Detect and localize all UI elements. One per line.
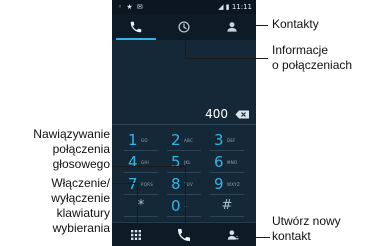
callout-contacts: Kontakty bbox=[272, 17, 319, 32]
key-underline bbox=[124, 216, 158, 217]
status-bar: ◦ ★ ✉ ◢ ▮ 11:11 bbox=[112, 0, 256, 14]
leader-voice-call bbox=[113, 166, 185, 167]
phone-icon bbox=[130, 21, 142, 33]
key-digit: 8 bbox=[171, 175, 181, 193]
key-4[interactable]: 4 GHI bbox=[120, 152, 162, 173]
callout-text: kontakt bbox=[272, 229, 311, 243]
key-7[interactable]: 7 PQRS bbox=[120, 174, 162, 195]
dialer-tabs bbox=[112, 14, 256, 40]
key-letters: PQRS bbox=[141, 182, 154, 187]
leader-new-contact bbox=[236, 237, 270, 238]
callout-text: wyłączenie bbox=[51, 191, 110, 205]
key-letters: JKL bbox=[184, 160, 191, 165]
person-icon bbox=[227, 22, 237, 32]
clock-icon bbox=[178, 21, 190, 33]
key-digit: 1 bbox=[128, 131, 138, 149]
key-underline bbox=[167, 194, 201, 195]
callout-voice-call: Nawiązywanie połączenia głosowego bbox=[33, 127, 110, 172]
status-clock: 11:11 bbox=[231, 3, 252, 11]
key-underline bbox=[167, 172, 201, 173]
key-letters: MNO bbox=[227, 160, 238, 165]
callout-text: Kontakty bbox=[272, 17, 319, 31]
key-digit: 9 bbox=[214, 175, 224, 193]
status-notification-icons: ◦ ★ ✉ bbox=[118, 3, 144, 11]
key-3[interactable]: 3 DEF bbox=[206, 130, 248, 151]
key-digit: 5 bbox=[171, 153, 181, 171]
key-underline bbox=[124, 194, 158, 195]
call-icon bbox=[178, 229, 190, 241]
leader-call-info-vertical bbox=[185, 41, 186, 58]
key-letters: GHI bbox=[141, 160, 150, 165]
callout-text: głosowego bbox=[52, 157, 110, 171]
key-0[interactable]: 0 + bbox=[163, 196, 205, 217]
callout-text: klawiatury bbox=[56, 206, 110, 220]
key-symbol: # bbox=[221, 198, 233, 213]
key-9[interactable]: 9 WXYZ bbox=[206, 174, 248, 195]
callout-new-contact: Utwórz nowy kontakt bbox=[272, 214, 341, 244]
backspace-icon[interactable] bbox=[235, 110, 250, 119]
key-underline bbox=[210, 194, 244, 195]
leader-keypad-toggle-vertical bbox=[137, 183, 138, 226]
leader-contacts bbox=[246, 25, 268, 26]
key-letters: GO bbox=[141, 138, 148, 143]
key-5[interactable]: 5 JKL bbox=[163, 152, 205, 173]
key-letters: WXYZ bbox=[227, 182, 241, 187]
active-tab-indicator bbox=[116, 38, 156, 40]
toggle-keypad-button[interactable] bbox=[112, 223, 160, 246]
key-8[interactable]: 8 TUV bbox=[163, 174, 205, 195]
leader-voice-call-vertical bbox=[185, 166, 186, 226]
callout-text: Informacje bbox=[272, 43, 329, 57]
key-digit: 6 bbox=[214, 153, 224, 171]
key-6[interactable]: 6 MNO bbox=[206, 152, 248, 173]
key-underline bbox=[167, 216, 201, 217]
key-underline bbox=[210, 150, 244, 151]
key-underline bbox=[124, 150, 158, 151]
call-button[interactable] bbox=[160, 223, 208, 246]
key-underline bbox=[124, 172, 158, 173]
dialer-action-bar bbox=[112, 222, 256, 246]
key-underline bbox=[167, 150, 201, 151]
key-symbol: * bbox=[137, 198, 145, 213]
keypad-toggle-icon bbox=[131, 230, 141, 240]
tab-contacts[interactable] bbox=[208, 14, 256, 40]
add-contact-button[interactable] bbox=[208, 223, 256, 246]
key-2[interactable]: 2 ABC bbox=[163, 130, 205, 151]
callout-text: o połączeniach bbox=[272, 58, 353, 72]
callout-text: wybierania bbox=[52, 221, 110, 235]
dialed-number-display: 400 bbox=[112, 104, 256, 125]
add-contact-icon bbox=[227, 230, 239, 240]
callout-text: Włączenie/ bbox=[51, 176, 110, 190]
callout-text: Utwórz nowy bbox=[272, 214, 341, 228]
key-letters: ABC bbox=[184, 138, 194, 143]
callout-text: połączenia bbox=[52, 142, 110, 156]
signal-battery-icons: ◢ ▮ bbox=[218, 3, 230, 11]
key-underline bbox=[210, 216, 244, 217]
status-system-icons: ◢ ▮ 11:11 bbox=[218, 3, 252, 11]
key-star[interactable]: * bbox=[120, 196, 162, 217]
tab-call-log[interactable] bbox=[160, 14, 208, 40]
tab-dialer[interactable] bbox=[112, 14, 160, 40]
key-digit: 4 bbox=[128, 153, 138, 171]
callout-text: Nawiązywanie bbox=[33, 127, 110, 141]
callout-keypad-toggle: Włączenie/ wyłączenie klawiatury wybiera… bbox=[51, 176, 110, 236]
key-digit: 0 bbox=[171, 197, 181, 215]
dialed-number: 400 bbox=[205, 107, 228, 121]
leader-call-info bbox=[185, 58, 268, 59]
key-hash[interactable]: # bbox=[206, 196, 248, 217]
leader-keypad-toggle bbox=[113, 183, 137, 184]
key-letters: DEF bbox=[227, 138, 236, 143]
key-underline bbox=[210, 172, 244, 173]
key-digit: 3 bbox=[214, 131, 224, 149]
key-digit: 2 bbox=[171, 131, 181, 149]
key-1[interactable]: 1 GO bbox=[120, 130, 162, 151]
callout-call-info: Informacje o połączeniach bbox=[272, 43, 352, 73]
phone-screen: ◦ ★ ✉ ◢ ▮ 11:11 400 1 GO 2 ABC 3 DEF 4 G… bbox=[112, 0, 256, 246]
